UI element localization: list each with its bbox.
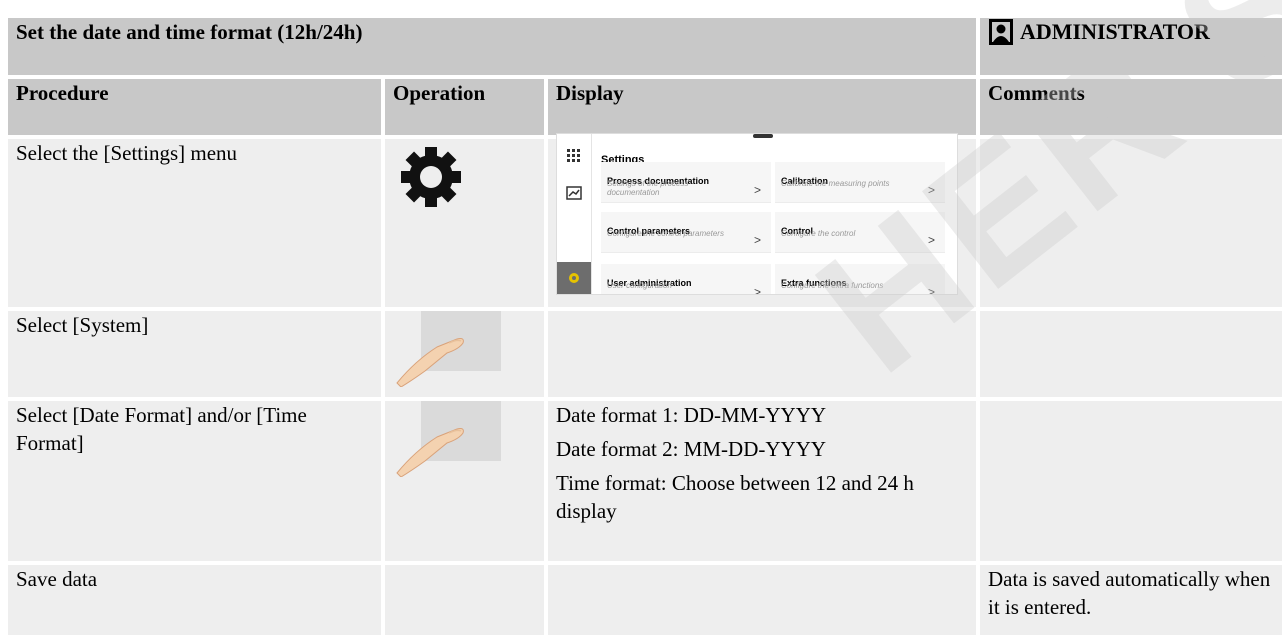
table-row: Select [Date Format] and/or [Time Format…: [8, 401, 1282, 561]
chevron-right-icon: >: [927, 285, 935, 295]
mini-card-subtitle: User configuration: [607, 281, 672, 290]
chevron-right-icon: >: [753, 183, 761, 197]
operation-cell: [385, 311, 544, 397]
mini-card-subtitle: Configure the control parameters: [607, 229, 724, 238]
chevron-right-icon: >: [927, 233, 935, 247]
display-cell: Date format 1: DD-MM-YYYY Date format 2:…: [548, 401, 976, 561]
mini-card-subtitle: Configure the extra functions: [781, 281, 884, 290]
mini-card: Process documentation Settings of the pr…: [601, 162, 771, 203]
title-row: Set the date and time format (12h/24h) A…: [8, 18, 1282, 75]
comments-cell: [980, 139, 1282, 307]
display-line: Time format: Choose between 12 and 24 h …: [556, 471, 914, 523]
gear-icon: [569, 273, 579, 283]
role-label: ADMINISTRATOR: [1020, 19, 1210, 44]
procedure-cell: Select [Date Format] and/or [Time Format…: [8, 401, 381, 561]
column-header: Comments: [980, 79, 1282, 135]
table-row: Select [System]: [8, 311, 1282, 397]
comments-cell: [980, 311, 1282, 397]
apps-grid-icon: [567, 149, 580, 162]
display-cell: Settings Process documentation Settings …: [548, 133, 976, 307]
procedure-cell: Save data: [8, 565, 381, 635]
display-cell: [548, 565, 976, 635]
operation-cell: [385, 139, 544, 307]
column-header-row: Procedure Operation Display Comments: [8, 79, 1282, 135]
chevron-right-icon: >: [753, 233, 761, 247]
mini-sidebar: [557, 134, 592, 294]
display-cell: [548, 311, 976, 397]
mini-card-subtitle: Calibrate the measuring points: [781, 179, 890, 188]
mini-notch: [753, 134, 773, 138]
role-cell: ADMINISTRATOR: [980, 18, 1282, 75]
chevron-right-icon: >: [753, 285, 761, 295]
person-icon: [989, 19, 1013, 45]
procedure-cell: Select [System]: [8, 311, 381, 397]
mini-card: Calibration Calibrate the measuring poin…: [775, 162, 945, 203]
finger-tap-icon: [396, 401, 501, 477]
column-header: Procedure: [8, 79, 381, 135]
table-row: Save data Data is saved automatically wh…: [8, 565, 1282, 635]
finger-tap-icon: [396, 311, 501, 387]
chart-icon: [566, 186, 582, 200]
display-line: Date format 1: DD-MM-YYYY: [556, 403, 827, 427]
comments-cell: [980, 401, 1282, 561]
mini-card: Control Configure the control >: [775, 212, 945, 253]
operation-cell: [385, 565, 544, 635]
settings-screen-preview: Settings Process documentation Settings …: [556, 133, 958, 295]
mini-card: User administration User configuration >: [601, 264, 771, 295]
table-row: Select the [Settings] menu Settings Proc…: [8, 133, 1282, 307]
comments-cell: Data is saved automatically when it is e…: [980, 565, 1282, 635]
mini-card: Control parameters Configure the control…: [601, 212, 771, 253]
procedure-table: Set the date and time format (12h/24h) A…: [4, 14, 1282, 639]
mini-settings-tab: [557, 262, 591, 294]
gear-icon: [401, 147, 461, 207]
chevron-right-icon: >: [927, 183, 935, 197]
column-header: Display: [548, 79, 976, 135]
mini-card-subtitle: Settings of the process documentation: [607, 179, 689, 197]
procedure-document: Set the date and time format (12h/24h) A…: [8, 14, 1282, 639]
mini-card: Extra functions Configure the extra func…: [775, 264, 945, 295]
column-header: Operation: [385, 79, 544, 135]
table-title: Set the date and time format (12h/24h): [8, 18, 976, 75]
operation-cell: [385, 401, 544, 561]
mini-card-subtitle: Configure the control: [781, 229, 856, 238]
display-line: Date format 2: MM-DD-YYYY: [556, 437, 827, 461]
procedure-cell: Select the [Settings] menu: [8, 139, 381, 307]
